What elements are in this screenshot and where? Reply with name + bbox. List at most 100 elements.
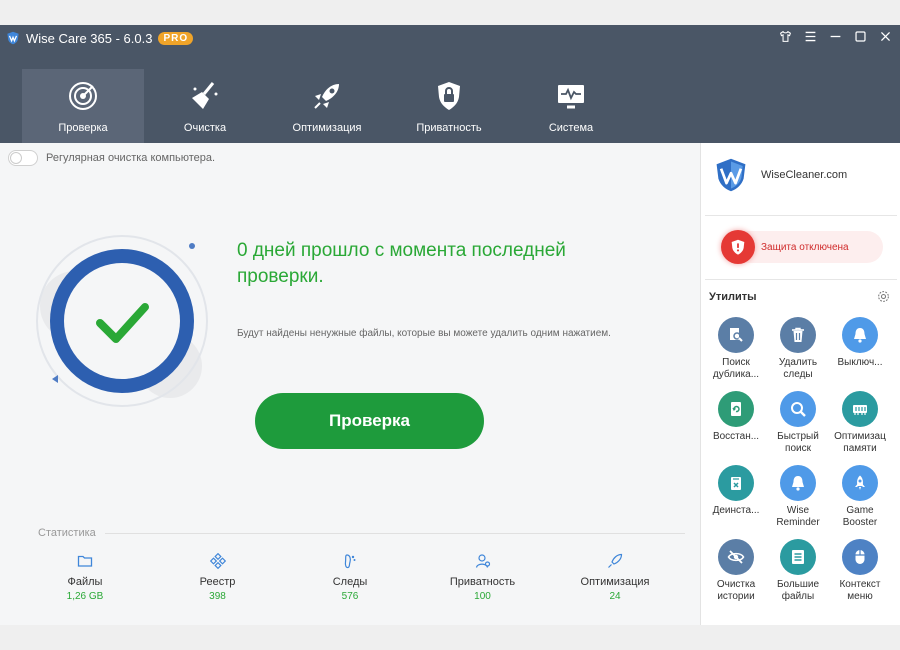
registry-icon (209, 553, 226, 569)
close-icon[interactable] (878, 29, 892, 43)
rocket-icon (314, 84, 339, 109)
tool-fast-search[interactable]: Быстрый поиск (767, 391, 829, 455)
restore-icon (718, 391, 754, 427)
tab-optimize[interactable]: Оптимизация (266, 69, 388, 143)
tool-label: Быстрый поиск (777, 431, 819, 454)
stats-divider (105, 533, 685, 534)
mouse-icon (842, 539, 878, 575)
window-controls (778, 29, 892, 43)
utilities-divider (705, 279, 897, 280)
last-scan-headline: 0 дней прошло с момента последней провер… (237, 240, 566, 287)
folder-icon (77, 555, 93, 567)
stat-optimization: Оптимизация 24 (550, 553, 680, 602)
utilities-grid: Поиск дублика... Удалить следы Выключ...… (705, 317, 895, 603)
user-icon (475, 554, 490, 568)
app-title: Wise Care 365 - 6.0.3 (26, 30, 153, 46)
bell-icon (842, 317, 878, 353)
bell-icon (780, 465, 816, 501)
tool-label: Поиск дублика... (712, 357, 760, 380)
tool-erase-traces[interactable]: Удалить следы (767, 317, 829, 381)
tool-label: Восстан... (712, 431, 760, 442)
tool-history-cleaner[interactable]: Очистка истории (705, 539, 767, 603)
tool-label: Удалить следы (778, 357, 818, 380)
tool-data-recovery[interactable]: Восстан... (705, 391, 767, 455)
tab-scan[interactable]: Проверка (22, 69, 144, 143)
top-bar: Wise Care 365 - 6.0.3 PRO Проверка Очист… (0, 25, 900, 143)
tool-context-menu[interactable]: Контекст меню (829, 539, 891, 603)
tool-label: Контекст меню (839, 579, 881, 602)
checkup-status-graphic (36, 235, 208, 407)
tab-privacy[interactable]: Приватность (388, 69, 510, 143)
tool-label: Wise Reminder (776, 505, 820, 528)
big-files-icon (780, 539, 816, 575)
stat-files-label: Файлы (67, 576, 103, 588)
right-sidebar: WiseCleaner.com Защита отключена Утилиты… (700, 143, 900, 625)
stat-registry: Реестр 398 (153, 553, 283, 602)
utilities-title: Утилиты (709, 291, 757, 303)
stats-title-text: Статистика (38, 527, 96, 539)
stat-registry-label: Реестр (199, 576, 236, 588)
tool-large-files[interactable]: Большие файлы (767, 539, 829, 603)
brand-divider (705, 215, 897, 216)
stat-traces: Следы 576 (285, 553, 415, 602)
brand-link[interactable]: WiseCleaner.com (761, 169, 847, 181)
lock-shield-icon (438, 82, 460, 110)
app-logo-icon (7, 31, 19, 45)
maximize-icon[interactable] (853, 29, 867, 43)
main-nav: Проверка Очистка Оптимизация Приватность… (22, 69, 632, 143)
tool-label: Game Booster (842, 505, 878, 528)
magnifier-icon (780, 391, 816, 427)
stat-optimization-label: Оптимизация (580, 576, 650, 588)
footprint-icon (344, 554, 356, 569)
tab-cleanup[interactable]: Очистка (144, 69, 266, 143)
tool-label: Очистка истории (716, 579, 756, 602)
stat-files-value: 1,26 GB (66, 591, 104, 602)
rocket-icon (842, 465, 878, 501)
tool-wise-reminder[interactable]: Wise Reminder (767, 465, 829, 529)
protection-shield-icon (721, 230, 755, 264)
minimize-icon[interactable] (828, 29, 842, 43)
tab-optimize-label: Оптимизация (292, 122, 362, 134)
auto-clean-label: Регулярная очистка компьютера. (46, 152, 216, 164)
protection-status[interactable]: Защита отключена (721, 230, 883, 264)
broom-icon (192, 82, 218, 109)
tool-memory-optimizer[interactable]: Оптимизац памяти (829, 391, 891, 455)
protection-status-label: Защита отключена (761, 241, 849, 253)
eye-off-icon (718, 539, 754, 575)
scan-description: Будут найдены ненужные файлы, которые вы… (237, 328, 611, 339)
tab-system[interactable]: Система (510, 69, 632, 143)
tab-scan-label: Проверка (58, 122, 108, 134)
gear-icon[interactable] (877, 290, 890, 303)
app-window: Wise Care 365 - 6.0.3 PRO Проверка Очист… (0, 25, 900, 625)
main-panel: Регулярная очистка компьютера. 0 дней пр… (0, 143, 698, 625)
scan-button[interactable]: Проверка (255, 393, 484, 449)
tool-duplicate-finder[interactable]: Поиск дублика... (705, 317, 767, 381)
tab-cleanup-label: Очистка (183, 122, 227, 134)
stat-traces-label: Следы (332, 576, 368, 588)
brand-row[interactable]: WiseCleaner.com (713, 157, 847, 193)
stat-privacy-value: 100 (474, 591, 491, 602)
pro-badge: PRO (158, 31, 194, 45)
tab-system-label: Система (548, 122, 594, 134)
tool-uninstaller[interactable]: Деинста... (705, 465, 767, 529)
wisecleaner-logo-icon (716, 158, 746, 192)
stat-privacy-label: Приватность (449, 576, 516, 588)
stats-row: Файлы 1,26 GB Реестр 398 Следы 576 Прива… (20, 553, 680, 602)
rocket-icon (608, 553, 623, 568)
tool-label: Выключ... (837, 357, 883, 368)
stat-optimization-value: 24 (609, 591, 621, 602)
tool-game-booster[interactable]: Game Booster (829, 465, 891, 529)
stat-registry-value: 398 (209, 591, 226, 602)
skin-icon[interactable] (778, 29, 792, 43)
monitor-icon (558, 85, 584, 109)
tool-shutdown[interactable]: Выключ... (829, 317, 891, 381)
tool-label: Большие файлы (776, 579, 820, 602)
tab-privacy-label: Приватность (416, 122, 482, 134)
stat-traces-value: 576 (341, 591, 359, 602)
trash-icon (780, 317, 816, 353)
stats-title: Статистика (38, 527, 96, 539)
memory-icon (842, 391, 878, 427)
menu-icon[interactable] (803, 29, 817, 43)
auto-clean-toggle[interactable] (8, 150, 38, 166)
uninstall-icon (718, 465, 754, 501)
